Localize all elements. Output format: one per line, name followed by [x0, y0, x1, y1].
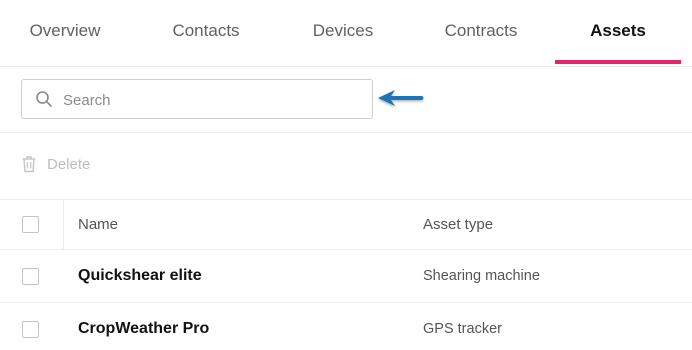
- select-all-checkbox[interactable]: [22, 216, 39, 233]
- column-header-asset-type[interactable]: Asset type: [423, 200, 493, 249]
- table-toolbar: Delete: [0, 133, 692, 200]
- column-divider: [63, 200, 64, 249]
- trash-icon: [22, 156, 36, 173]
- delete-button-label: Delete: [47, 155, 91, 173]
- pointer-arrow-icon: [378, 90, 424, 106]
- tab-overview[interactable]: Overview: [0, 0, 130, 62]
- search-input[interactable]: [61, 80, 365, 120]
- assets-page: Overview Contacts Devices Contracts Asse…: [0, 0, 692, 350]
- asset-type: GPS tracker: [423, 321, 502, 337]
- row-checkbox[interactable]: [22, 321, 39, 338]
- asset-name[interactable]: CropWeather Pro: [78, 303, 209, 350]
- row-checkbox[interactable]: [22, 268, 39, 285]
- assets-table: Name Asset type Quickshear elite Shearin…: [0, 200, 692, 350]
- asset-name[interactable]: Quickshear elite: [78, 250, 202, 302]
- tab-contacts[interactable]: Contacts: [142, 0, 270, 62]
- tab-contracts[interactable]: Contracts: [414, 0, 548, 62]
- active-tab-indicator: [555, 60, 681, 64]
- search-row: [0, 66, 692, 133]
- search-icon: [36, 91, 52, 107]
- tab-assets[interactable]: Assets: [555, 0, 681, 62]
- delete-button[interactable]: Delete: [21, 153, 90, 175]
- search-box[interactable]: [21, 79, 373, 120]
- tab-devices[interactable]: Devices: [278, 0, 408, 62]
- table-header-row: Name Asset type: [0, 200, 692, 250]
- table-row[interactable]: Quickshear elite Shearing machine: [0, 250, 692, 303]
- asset-type: Shearing machine: [423, 268, 540, 284]
- column-header-name[interactable]: Name: [78, 200, 118, 249]
- tab-bar: Overview Contacts Devices Contracts Asse…: [0, 0, 692, 67]
- table-row[interactable]: CropWeather Pro GPS tracker: [0, 303, 692, 350]
